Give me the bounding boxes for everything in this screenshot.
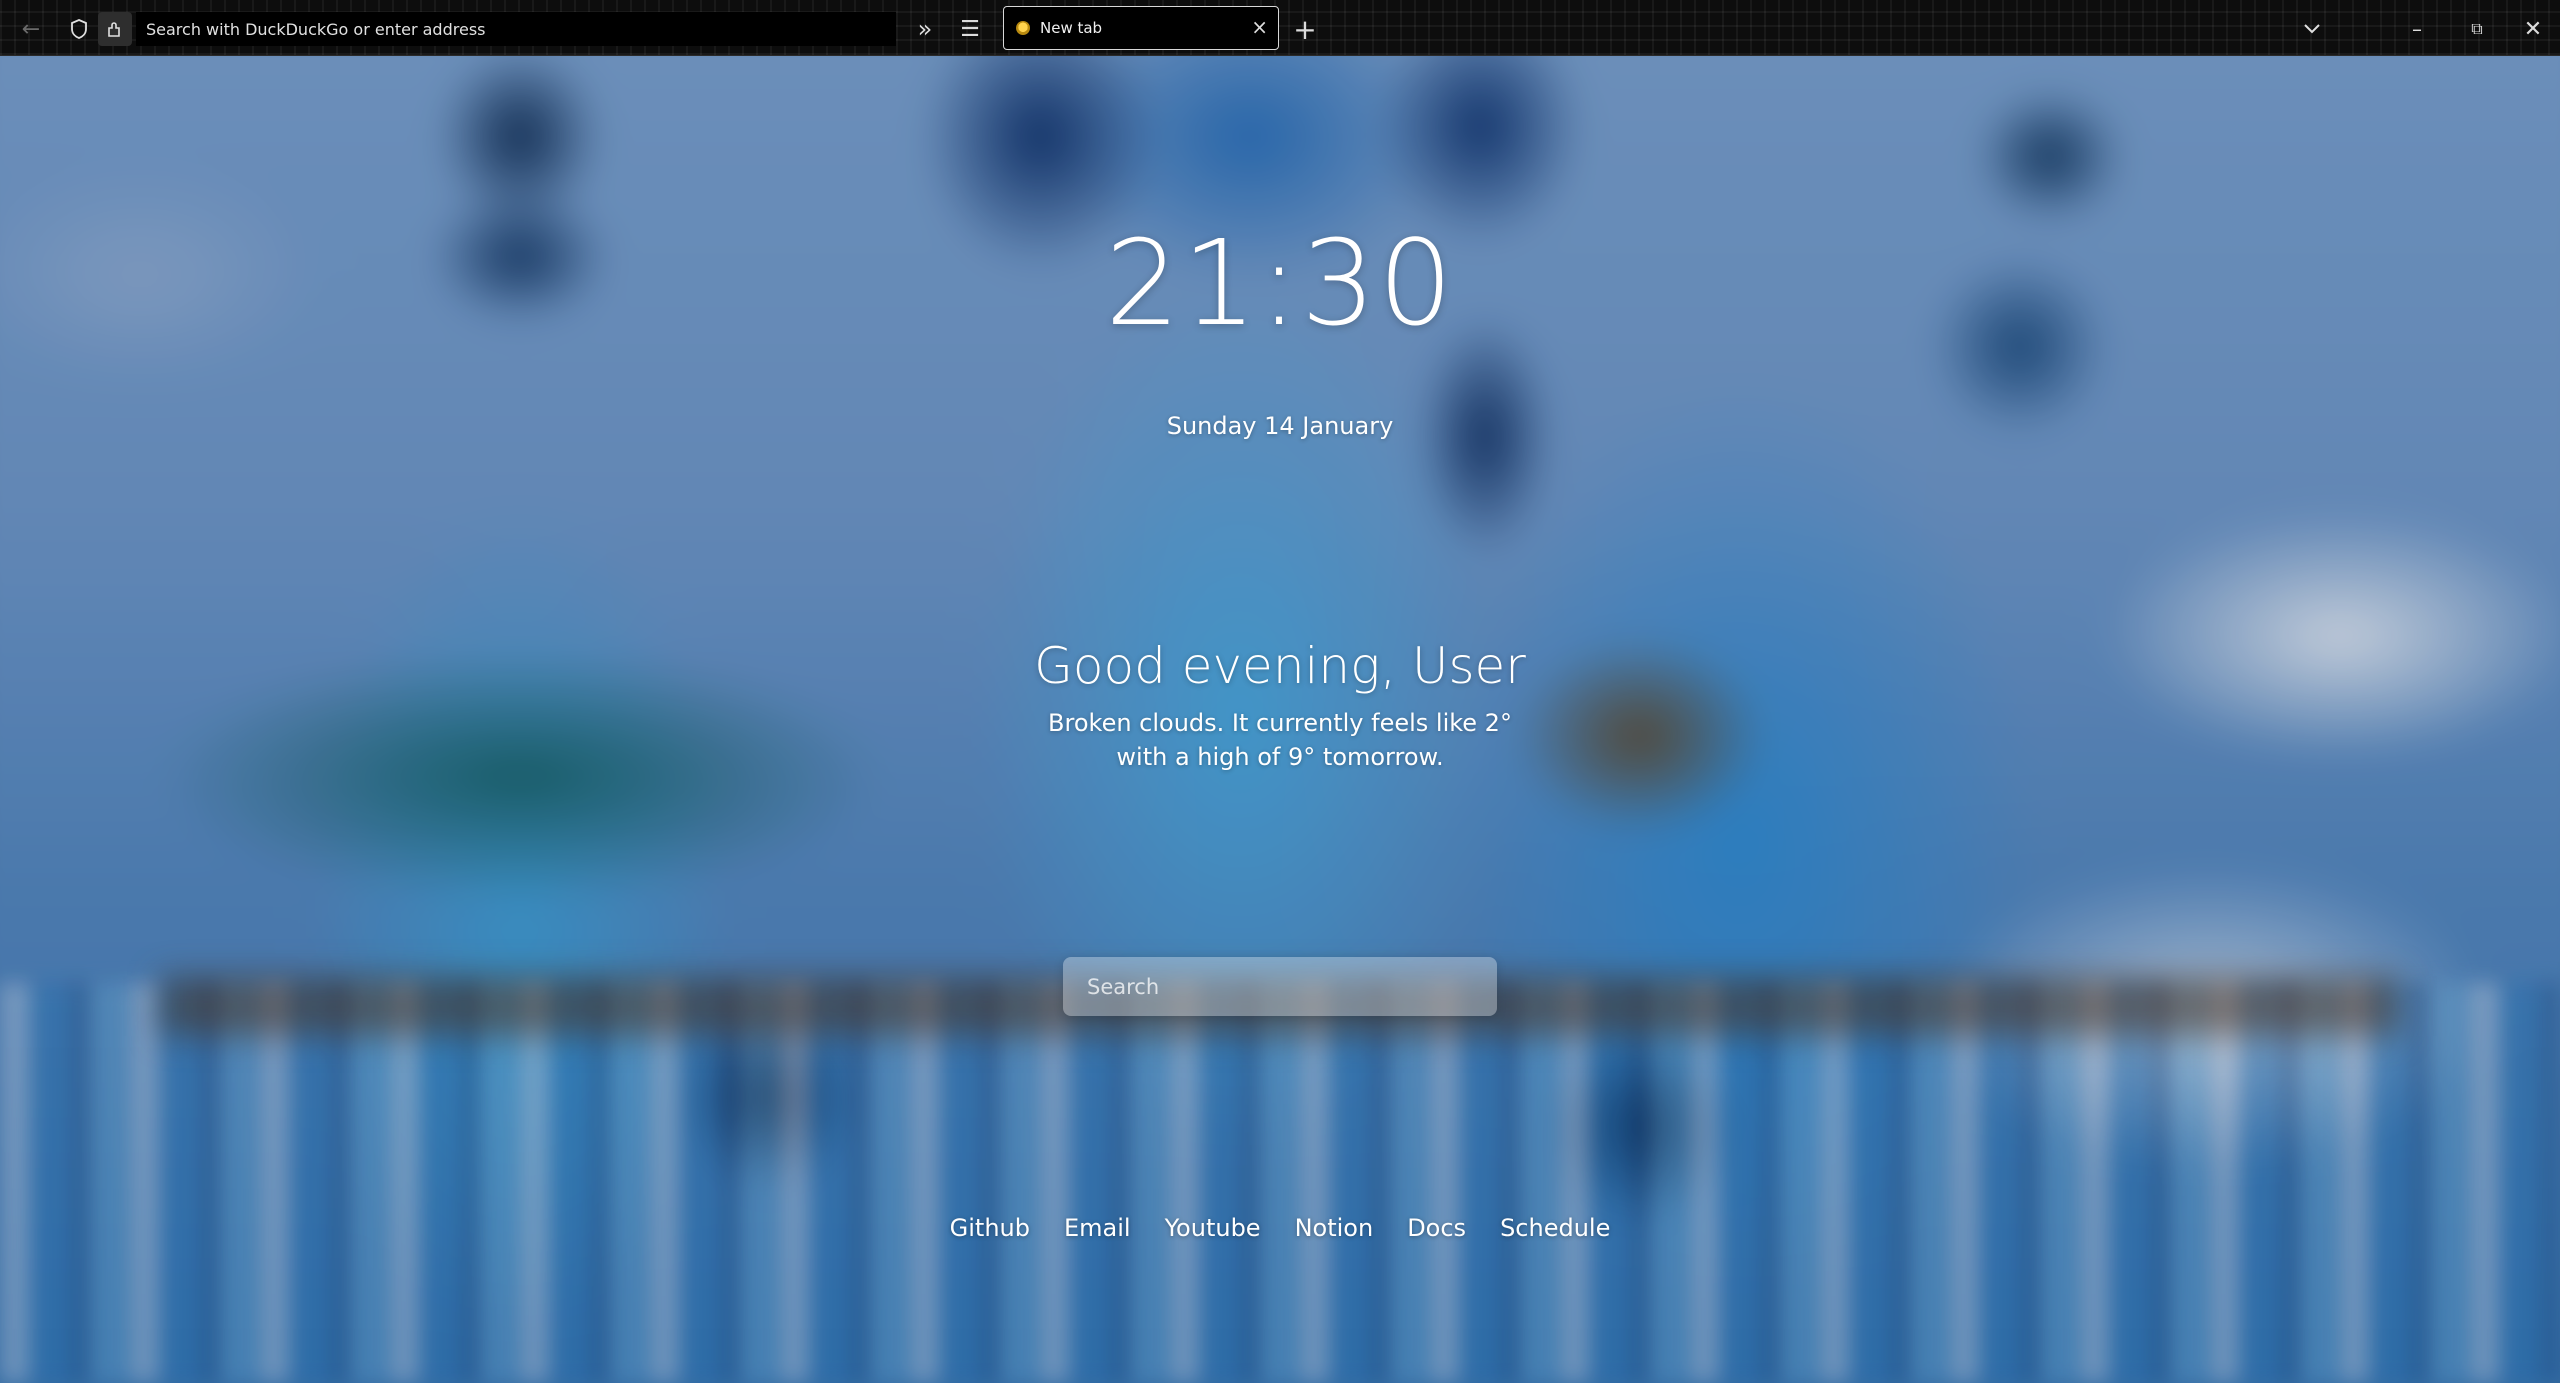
new-tab-plus-icon[interactable]: + <box>1288 12 1322 46</box>
tab-favicon-icon <box>1016 21 1030 35</box>
tab-title: New tab <box>1040 19 1103 37</box>
link-github[interactable]: Github <box>950 1214 1030 1242</box>
address-bar-placeholder: Search with DuckDuckGo or enter address <box>146 19 486 39</box>
link-email[interactable]: Email <box>1064 1214 1131 1242</box>
weather-line-1: Broken clouds. It currently feels like 2… <box>1048 709 1512 737</box>
chevron-down-icon[interactable] <box>2295 12 2329 46</box>
link-schedule[interactable]: Schedule <box>1500 1214 1610 1242</box>
weather-summary: Broken clouds. It currently feels like 2… <box>0 706 2560 774</box>
quick-links: Github Email Youtube Notion Docs Schedul… <box>0 1214 2560 1242</box>
link-docs[interactable]: Docs <box>1407 1214 1466 1242</box>
hamburger-menu-icon[interactable]: ☰ <box>953 12 987 46</box>
greeting: Good evening, User <box>1034 637 1526 695</box>
extension-icon[interactable] <box>98 12 132 46</box>
tab-new-tab[interactable]: New tab × <box>1003 6 1279 50</box>
date-label: Sunday 14 January <box>1166 412 1394 440</box>
weather-line-2: with a high of 9° tomorrow. <box>1116 743 1444 771</box>
shield-icon[interactable] <box>62 12 96 46</box>
minimize-window-icon[interactable]: – <box>2400 12 2434 46</box>
back-arrow-icon[interactable]: ← <box>14 12 48 46</box>
link-notion[interactable]: Notion <box>1295 1214 1374 1242</box>
chevrons-right-icon[interactable]: » <box>908 12 942 46</box>
close-tab-icon[interactable]: × <box>1251 15 1268 39</box>
search-input[interactable] <box>1063 957 1497 1016</box>
link-youtube[interactable]: Youtube <box>1165 1214 1261 1242</box>
close-window-icon[interactable]: ✕ <box>2516 12 2550 46</box>
new-tab-page: 21:30 Sunday 14 January Good evening, Us… <box>0 56 2560 1383</box>
browser-toolbar: ← Search with DuckDuckGo or enter addres… <box>0 0 2560 56</box>
clock: 21:30 <box>1104 214 1456 352</box>
address-bar[interactable]: Search with DuckDuckGo or enter address <box>136 12 896 46</box>
restore-window-icon[interactable]: ⧉ <box>2460 12 2494 46</box>
